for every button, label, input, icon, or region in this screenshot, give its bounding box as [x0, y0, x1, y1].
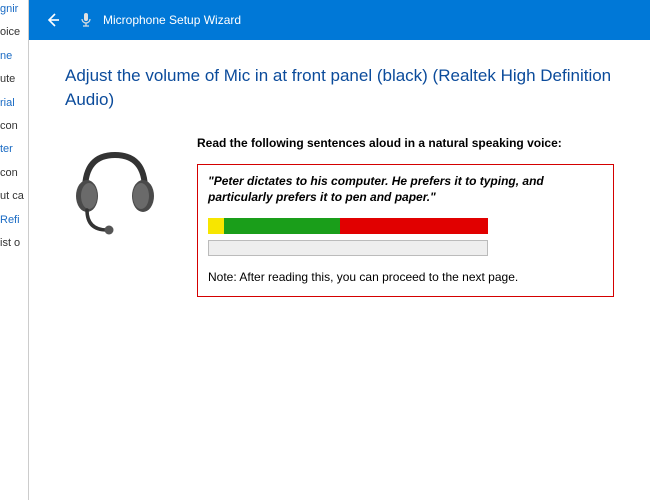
bg-frag: ut ca — [0, 189, 28, 204]
bg-frag: con — [0, 166, 28, 181]
titlebar: Microphone Setup Wizard — [29, 0, 650, 40]
bg-frag: con — [0, 119, 28, 134]
page-heading: Adjust the volume of Mic in at front pan… — [65, 64, 614, 112]
meter-segment-green — [224, 218, 340, 234]
instruction-text: Read the following sentences aloud in a … — [197, 136, 614, 150]
bg-frag: oice — [0, 25, 28, 40]
note-text: Note: After reading this, you can procee… — [208, 270, 603, 284]
volume-level-bar — [208, 240, 488, 256]
wizard-window: Microphone Setup Wizard Adjust the volum… — [28, 0, 650, 500]
microphone-icon — [77, 11, 95, 29]
bg-frag: ist o — [0, 236, 28, 251]
volume-meter-scale — [208, 218, 488, 234]
instruction-column: Read the following sentences aloud in a … — [197, 136, 614, 298]
highlighted-box: "Peter dictates to his computer. He pref… — [197, 164, 614, 298]
main-row: Read the following sentences aloud in a … — [65, 136, 614, 298]
headset-icon — [65, 140, 165, 240]
window-title: Microphone Setup Wizard — [103, 13, 241, 27]
bg-frag: ne — [0, 49, 28, 64]
back-arrow-icon[interactable] — [41, 8, 65, 32]
bg-frag: rial — [0, 96, 28, 111]
wizard-content: Adjust the volume of Mic in at front pan… — [29, 40, 650, 500]
headset-column — [65, 136, 175, 298]
meter-segment-red — [340, 218, 488, 234]
bg-frag: gnir — [0, 2, 28, 17]
meter-segment-yellow — [208, 218, 224, 234]
bg-frag: Refi — [0, 213, 28, 228]
bg-frag: ter — [0, 142, 28, 157]
sample-sentence: "Peter dictates to his computer. He pref… — [208, 173, 603, 207]
bg-frag: ute — [0, 72, 28, 87]
background-text-fragments: gnir oice ne ute rial con ter con ut ca … — [0, 0, 28, 500]
